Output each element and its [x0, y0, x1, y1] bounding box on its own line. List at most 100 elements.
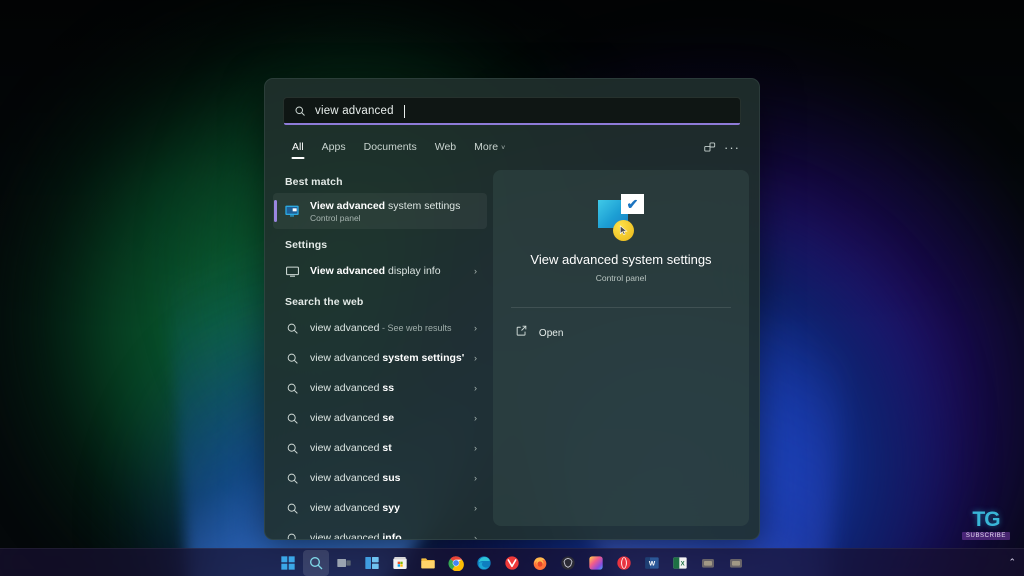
- chevron-right-icon[interactable]: ›: [474, 473, 479, 483]
- app-button-16[interactable]: [695, 550, 721, 576]
- web-result-7-normal: view advanced: [310, 532, 383, 540]
- app-button-17[interactable]: [723, 550, 749, 576]
- firefox-icon: [532, 555, 548, 571]
- best-match-result[interactable]: View advanced system settings Control pa…: [273, 193, 487, 229]
- search-icon: [283, 469, 301, 487]
- feedback-person-icon[interactable]: [699, 136, 721, 158]
- opera-icon: [616, 555, 632, 571]
- web-result-4-text: view advanced st: [310, 442, 392, 454]
- chevron-right-icon[interactable]: ›: [474, 383, 479, 393]
- edge-button[interactable]: [471, 550, 497, 576]
- chevron-right-icon[interactable]: ›: [474, 353, 479, 363]
- chevron-right-icon[interactable]: ›: [474, 533, 479, 539]
- tab-all-label: All: [292, 141, 304, 153]
- tab-web-label: Web: [434, 141, 457, 153]
- web-result-1-normal: view advanced: [310, 352, 383, 364]
- web-result-2[interactable]: view advanced ss ›: [273, 373, 487, 403]
- web-result-2-normal: view advanced: [310, 382, 383, 394]
- search-icon: [283, 499, 301, 517]
- channel-watermark: TG SUBSCRIBE: [961, 508, 1010, 540]
- search-results-list: Best match View advanced system settings…: [265, 166, 487, 540]
- file-explorer-button[interactable]: [415, 550, 441, 576]
- tab-more[interactable]: More ˅: [465, 135, 514, 162]
- chrome-button[interactable]: [443, 550, 469, 576]
- search-the-web-header: Search the web: [285, 296, 364, 308]
- search-input[interactable]: view advanced: [283, 97, 741, 125]
- best-match-title-rest: system settings: [385, 199, 461, 212]
- web-result-7-text: view advanced info: [310, 532, 402, 540]
- more-options-button[interactable]: ···: [721, 136, 743, 158]
- tab-all[interactable]: All: [283, 135, 313, 162]
- web-result-4[interactable]: view advanced st ›: [273, 433, 487, 463]
- photos-button[interactable]: [583, 550, 609, 576]
- search-icon: [283, 409, 301, 427]
- web-result-6[interactable]: view advanced syy ›: [273, 493, 487, 523]
- edge-icon: [476, 555, 492, 571]
- chevron-right-icon[interactable]: ›: [474, 266, 479, 276]
- opera-button[interactable]: [611, 550, 637, 576]
- word-icon: W: [644, 555, 660, 571]
- widgets-button[interactable]: [359, 550, 385, 576]
- best-match-text-block: View advanced system settings Control pa…: [310, 200, 460, 223]
- brave-button[interactable]: [555, 550, 581, 576]
- search-icon: [283, 529, 301, 539]
- best-match-title-bold: View advanced: [310, 199, 386, 212]
- watermark-subscribe-label: SUBSCRIBE: [961, 532, 1010, 540]
- excel-icon: X: [672, 555, 688, 571]
- preview-pane-container: ✔ View advanced system settings Control …: [487, 166, 759, 539]
- start-button[interactable]: [275, 550, 301, 576]
- web-result-1[interactable]: view advanced system settings' ›: [273, 343, 487, 373]
- cursor-arrow-icon: [619, 225, 628, 236]
- chevron-down-icon: ˅: [501, 145, 506, 152]
- web-results-list: view advanced - See web results › view adv…: [273, 313, 487, 540]
- svg-text:X: X: [681, 561, 685, 567]
- search-box-container: view advanced: [265, 79, 759, 125]
- chevron-right-icon[interactable]: ›: [474, 323, 479, 333]
- svg-text:W: W: [649, 560, 656, 567]
- web-result-0-normal: view advanced: [310, 322, 380, 334]
- search-icon: [283, 349, 301, 367]
- firefox-button[interactable]: [527, 550, 553, 576]
- folder-icon: [420, 555, 436, 571]
- tab-more-label: More: [474, 141, 499, 153]
- chevron-right-icon[interactable]: ›: [474, 503, 479, 513]
- excel-button[interactable]: X: [667, 550, 693, 576]
- settings-result-0-rest: display info: [385, 265, 441, 277]
- web-result-6-bold: syy: [382, 502, 400, 514]
- show-hidden-icons-button[interactable]: ⌃: [1008, 557, 1016, 568]
- tab-apps[interactable]: Apps: [313, 135, 355, 162]
- text-caret: [403, 104, 405, 118]
- taskbar-app-strip: WX: [275, 549, 749, 576]
- preview-action-open-label: Open: [538, 327, 564, 339]
- system-tray: ⌃: [1008, 557, 1016, 568]
- settings-header: Settings: [285, 239, 328, 251]
- tab-documents[interactable]: Documents: [355, 135, 426, 162]
- microsoft-store-button[interactable]: [387, 550, 413, 576]
- app-icon: [700, 555, 716, 571]
- web-result-3-text: view advanced se: [310, 412, 394, 424]
- preview-pane: ✔ View advanced system settings Control …: [493, 170, 749, 526]
- web-result-5[interactable]: view advanced sus ›: [273, 463, 487, 493]
- web-result-5-bold: sus: [382, 472, 401, 484]
- vivaldi-icon: [504, 555, 520, 571]
- preview-action-open[interactable]: Open: [511, 318, 731, 348]
- watermark-logo: TG: [972, 508, 1000, 531]
- tab-web[interactable]: Web: [426, 135, 465, 162]
- web-result-0[interactable]: view advanced - See web results ›: [273, 313, 487, 343]
- settings-result-0-title: View advanced display info: [310, 265, 441, 277]
- web-result-7[interactable]: view advanced info ›: [273, 523, 487, 540]
- preview-title: View advanced system settings: [530, 252, 712, 267]
- control-panel-checkmark-cursor-icon: ✔: [598, 194, 644, 241]
- chevron-right-icon[interactable]: ›: [474, 413, 479, 423]
- web-result-3[interactable]: view advanced se ›: [273, 403, 487, 433]
- task-view-button[interactable]: [331, 550, 357, 576]
- search-query-text: view advanced: [315, 105, 394, 117]
- vivaldi-button[interactable]: [499, 550, 525, 576]
- search-icon: [308, 555, 324, 571]
- search-filter-tabs: All Apps Documents Web More ˅ ···: [265, 125, 759, 162]
- photos-icon: [588, 555, 604, 571]
- settings-result-0[interactable]: View advanced display info ›: [273, 256, 487, 286]
- search-button[interactable]: [303, 549, 329, 576]
- word-button[interactable]: W: [639, 550, 665, 576]
- chevron-right-icon[interactable]: ›: [474, 443, 479, 453]
